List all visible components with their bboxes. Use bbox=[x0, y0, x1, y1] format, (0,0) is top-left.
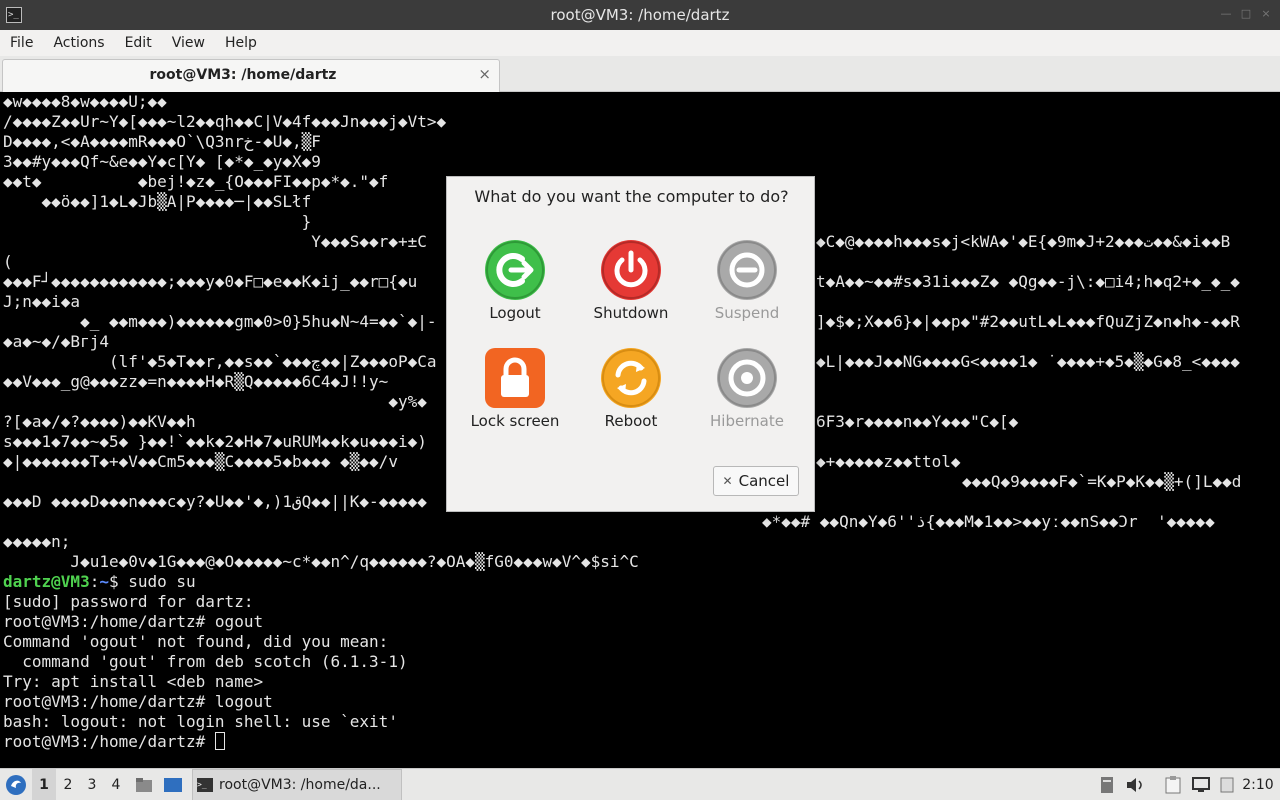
tray-misc-icon[interactable] bbox=[1218, 769, 1236, 800]
window-titlebar[interactable]: >_ root@VM3: /home/dartz — □ × bbox=[0, 0, 1280, 30]
terminal-garbage-fragment: ◆L|◆◆◆J◆◆NG◆◆◆◆G<◆◆◆◆1◆ ˙◆◆◆◆+◆5◆▒◆G◆8_<… bbox=[816, 352, 1240, 371]
terminal-line: command 'gout' from deb scotch (6.1.3-1) bbox=[3, 652, 408, 671]
terminal-line: dartz@VM3:~$ sudo su bbox=[3, 572, 196, 591]
terminal-garbage-line: ◆◆◆F┘◆◆◆◆◆◆◆◆◆◆◆◆;◆◆◆y◆0◆F□◆e◆◆K◆ij_◆◆r□… bbox=[3, 272, 418, 291]
tab-terminal[interactable]: root@VM3: /home/dartz × bbox=[2, 59, 500, 92]
taskbar-task-terminal[interactable]: >_ root@VM3: /home/da... bbox=[192, 769, 402, 800]
terminal-line: root@VM3:/home/dartz# ogout bbox=[3, 612, 264, 631]
terminal-garbage-line: ◆y%◆ bbox=[3, 392, 427, 411]
menu-bar: File Actions Edit View Help bbox=[0, 30, 1280, 56]
lock-screen-button[interactable]: Lock screen bbox=[457, 348, 573, 430]
hibernate-button: Hibernate bbox=[689, 348, 805, 430]
minimize-icon[interactable]: — bbox=[1220, 8, 1232, 20]
terminal-garbage-line: D◆◆◆◆,<◆A◆◆◆◆mR◆◆◆O`\Q3nrخ-◆U◆,▒F bbox=[3, 132, 321, 151]
reboot-icon bbox=[601, 348, 661, 408]
terminal-garbage-line: ◆◆ö◆◆]1◆L◆Jb▒A|P◆◆◆◆─|◆◆SLłf bbox=[3, 192, 312, 211]
reboot-label: Reboot bbox=[604, 412, 658, 430]
terminal-garbage-line: J;n◆◆i◆a bbox=[3, 292, 81, 311]
network-icon[interactable] bbox=[1190, 769, 1212, 800]
terminal-line: bash: logout: not login shell: use `exit… bbox=[3, 712, 398, 731]
cancel-button[interactable]: ✕ Cancel bbox=[713, 466, 799, 496]
lock-icon bbox=[485, 348, 545, 408]
terminal-garbage-line: 3◆◆#y◆◆◆Qf~&e◆◆Y◆c[Y◆ [◆*◆_◆y◆X◆9 bbox=[3, 152, 321, 171]
menu-help[interactable]: Help bbox=[215, 35, 267, 51]
menu-edit[interactable]: Edit bbox=[115, 35, 162, 51]
terminal-garbage-line: ◆◆t◆ ◆bej!◆z◆_{O◆◆◆FI◆◆p◆*◆."◆f bbox=[3, 172, 389, 191]
hibernate-icon bbox=[717, 348, 777, 408]
workspace-3[interactable]: 3 bbox=[80, 769, 104, 800]
suspend-label: Suspend bbox=[714, 304, 780, 322]
terminal-garbage-fragment: ◆+◆◆◆◆◆z◆◆ttol◆ bbox=[816, 452, 961, 471]
terminal-garbage-line: } bbox=[3, 212, 312, 231]
clock[interactable]: 2:10 bbox=[1240, 769, 1276, 800]
terminal-line: Command 'ogout' not found, did you mean: bbox=[3, 632, 389, 651]
cancel-x-icon: ✕ bbox=[722, 474, 733, 488]
terminal-garbage-fragment: t◆A◆◆~◆◆#s◆31i◆◆◆Z◆ ◆Qg◆◆-j\:◆□i4;h◆q2+◆… bbox=[816, 272, 1240, 291]
suspend-button: Suspend bbox=[689, 240, 805, 322]
shutdown-label: Shutdown bbox=[593, 304, 669, 322]
menu-file[interactable]: File bbox=[0, 35, 43, 51]
tab-bar: root@VM3: /home/dartz × bbox=[0, 56, 1280, 92]
logout-icon bbox=[485, 240, 545, 300]
cancel-label: Cancel bbox=[738, 472, 790, 490]
suspend-icon bbox=[717, 240, 777, 300]
terminal-garbage-line: ?[◆a◆/◆?◆◆◆◆)◆◆KV◆◆h bbox=[3, 412, 196, 431]
terminal-garbage-line: ◆_ ◆◆m◆◆◆)◆◆◆◆◆◆gm◆0>0}5hu◆N~4=◆◆`◆|- bbox=[3, 312, 437, 331]
taskbar: 1 2 3 4 >_ root@VM3: /home/da... 2:10 bbox=[0, 768, 1280, 800]
terminal-garbage-fragment: 6F3◆r◆◆◆◆n◆◆Y◆◆◆"C◆[◆ bbox=[816, 412, 1019, 431]
terminal-garbage-line: J◆u1e◆0v◆1G◆◆◆@◆O◆◆◆◆◆~c*◆◆n^/q◆◆◆◆◆◆?◆O… bbox=[3, 552, 639, 571]
clipboard-icon[interactable] bbox=[1162, 769, 1184, 800]
hibernate-label: Hibernate bbox=[710, 412, 784, 430]
terminal-icon: >_ bbox=[6, 7, 22, 23]
lock-screen-label: Lock screen bbox=[470, 412, 560, 430]
workspace-4[interactable]: 4 bbox=[104, 769, 128, 800]
terminal-garbage-line: ◆◆V◆◆◆_g@◆◆◆zz◆=n◆◆◆◆H◆R▒Q◆◆◆◆◆6C4◆J!!y~ bbox=[3, 372, 389, 391]
terminal-garbage-fragment: ◆C◆@◆◆◆◆h◆◆◆s◆j<kWA◆'◆E{◆9m◆J+2◆◆◆ت◆◆&◆i… bbox=[816, 232, 1231, 251]
terminal-garbage-line: ◆|◆◆◆◆◆◆◆T◆+◆V◆◆Cm5◆◆◆▒C◆◆◆◆5◆b◆◆◆ ◆▒◆◆/… bbox=[3, 452, 398, 471]
start-menu-icon bbox=[6, 775, 26, 795]
terminal-garbage-line: s◆◆◆1◆7◆◆~◆5◆ }◆◆!`◆◆k◆2◆H◆7◆uRUM◆◆k◆u◆◆… bbox=[3, 432, 427, 451]
workspace-1[interactable]: 1 bbox=[32, 769, 56, 800]
leave-dialog: What do you want the computer to do? Log… bbox=[446, 176, 815, 512]
terminal-garbage-line: ( bbox=[3, 252, 13, 271]
terminal-task-icon: >_ bbox=[197, 778, 213, 792]
tab-close-icon[interactable]: × bbox=[478, 65, 491, 83]
shutdown-button[interactable]: Shutdown bbox=[573, 240, 689, 322]
terminal-garbage-line: ◆a◆~◆/◆Bгj4 bbox=[3, 332, 109, 351]
volume-icon[interactable] bbox=[1124, 769, 1146, 800]
reboot-button[interactable]: Reboot bbox=[573, 348, 689, 430]
dialog-question: What do you want the computer to do? bbox=[474, 187, 789, 206]
logout-button[interactable]: Logout bbox=[457, 240, 573, 322]
menu-actions[interactable]: Actions bbox=[43, 35, 114, 51]
terminal-line: Try: apt install <deb name> bbox=[3, 672, 264, 691]
terminal-line: root@VM3:/home/dartz# logout bbox=[3, 692, 273, 711]
menu-view[interactable]: View bbox=[162, 35, 215, 51]
terminal-garbage-line: ◆w◆◆◆◆8◆w◆◆◆◆U;◆◆ bbox=[3, 92, 167, 111]
terminal-garbage-fragment: ◆*◆◆# ◆◆Qn◆Y◆6''ذ{◆◆◆M◆1◆◆>◆◆yː◆◆nS◆◆Ɔr … bbox=[762, 512, 1215, 531]
window-title: root@VM3: /home/dartz bbox=[550, 6, 730, 24]
terminal-prompt-line: root@VM3:/home/dartz# bbox=[3, 732, 225, 752]
file-manager-icon[interactable] bbox=[134, 769, 154, 800]
terminal-garbage-line: (lf'◆5◆T◆◆r,◆◆s◆◆`◆◆◆چ◆◆|Z◆◆◆oP◆Ca bbox=[3, 352, 437, 371]
workspace-2[interactable]: 2 bbox=[56, 769, 80, 800]
terminal-garbage-line: ◆◆◆D ◆◆◆◆D◆◆◆n◆◆◆c◆y?◆U◆◆'◆,)1قQ◆◆||K◆-◆… bbox=[3, 492, 427, 511]
close-icon[interactable]: × bbox=[1260, 8, 1272, 20]
terminal-garbage-line: ◆◆◆◆◆n; bbox=[3, 532, 71, 551]
start-menu-button[interactable] bbox=[4, 769, 28, 800]
terminal-line: [sudo] password for dartz: bbox=[3, 592, 254, 611]
task-label: root@VM3: /home/da... bbox=[219, 777, 381, 793]
logout-label: Logout bbox=[489, 304, 541, 322]
tray-storage-icon[interactable] bbox=[1098, 769, 1116, 800]
terminal-garbage-fragment: ◆◆◆Q◆9◆◆◆◆F◆`=K◆P◆K◆◆▒+(]L◆◆d bbox=[962, 472, 1242, 491]
show-desktop-icon[interactable] bbox=[162, 769, 184, 800]
terminal-garbage-line: Y◆◆◆S◆◆r◆+±C bbox=[3, 232, 427, 251]
terminal-garbage-fragment: ]◆$◆;X◆◆6}◆|◆◆p◆"#2◆◆utL◆L◆◆◆fQuZjZ◆n◆h◆… bbox=[816, 312, 1240, 331]
power-icon bbox=[601, 240, 661, 300]
terminal-cursor bbox=[214, 732, 225, 750]
terminal-garbage-line: /◆◆◆◆Z◆◆Ur~Y◆[◆◆◆~l2◆◆qh◆◆C|V◆4f◆◆◆Jn◆◆◆… bbox=[3, 112, 447, 131]
maximize-icon[interactable]: □ bbox=[1240, 8, 1252, 20]
tab-label: root@VM3: /home/dartz bbox=[149, 67, 337, 83]
